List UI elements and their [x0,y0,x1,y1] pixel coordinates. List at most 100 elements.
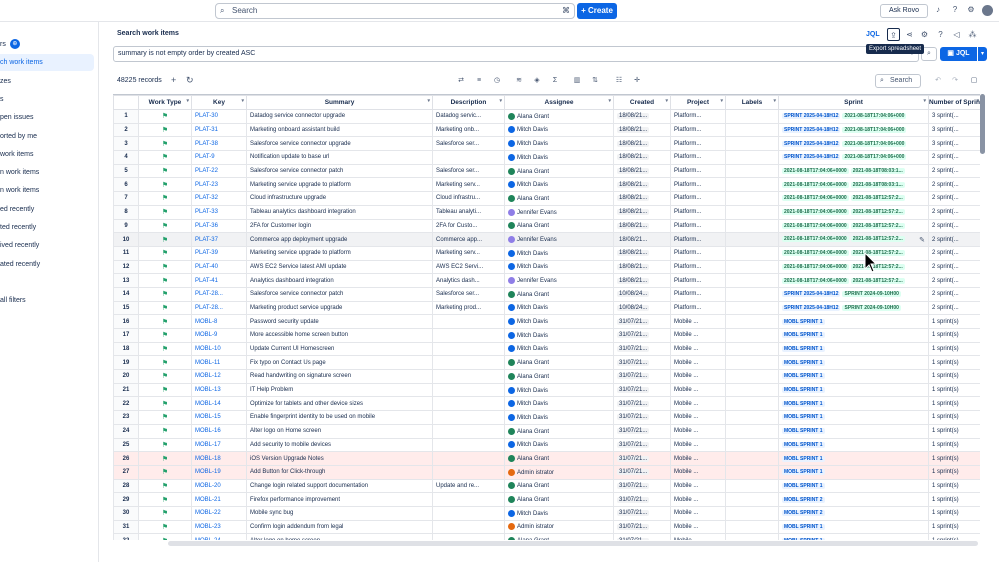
work-type-cell[interactable]: ⚑ [138,204,192,220]
work-type-cell[interactable]: ⚑ [138,273,192,288]
ask-rovo-button[interactable]: Ask Rovo [880,4,928,18]
work-type-cell[interactable]: ⚑ [138,286,192,302]
work-type-cell[interactable]: ⚑ [138,382,192,398]
issue-key-link[interactable]: PLAT-32 [191,191,247,206]
created-cell[interactable]: 31/07/21... [613,341,671,357]
issue-key-link[interactable]: PLAT-39 [191,245,247,261]
summary-cell[interactable]: Marketing onboard assistant build [246,122,433,138]
sprint-count-cell[interactable]: 1 sprint(s) [928,328,980,343]
work-type-cell[interactable]: ⚑ [138,136,192,152]
sprint-count-cell[interactable]: 2 sprint(... [928,286,980,302]
sprint-cell[interactable]: SPRINT 2025-04-18H12 SPRINT 2024-09-10H00 [778,286,929,302]
issue-key-link[interactable]: PLAT-40 [191,259,247,275]
description-cell[interactable]: Analytics dash... [432,273,505,288]
labels-cell[interactable] [725,505,779,521]
settings-icon[interactable]: ⚙ [918,28,931,41]
work-type-cell[interactable]: ⚑ [138,437,192,453]
summary-cell[interactable]: Confirm login addendum from legal [246,519,433,535]
labels-cell[interactable] [725,245,779,261]
labels-cell[interactable] [725,300,779,316]
sprint-count-cell[interactable]: 1 sprint(s) [928,355,980,371]
labels-cell[interactable] [725,136,779,152]
issue-key-link[interactable]: PLAT-36 [191,218,247,234]
help-icon[interactable]: ? [949,5,961,14]
sprint-cell[interactable]: SPRINT 2025-04-18H12 SPRINT 2024-09-10H00 [778,300,929,316]
description-cell[interactable] [432,492,505,507]
issue-key-link[interactable]: PLAT-9 [191,150,247,165]
description-cell[interactable]: Salesforce ser... [432,136,505,152]
issue-key-link[interactable]: MOBL-13 [191,382,247,398]
work-type-cell[interactable]: ⚑ [138,259,192,275]
sprint-cell[interactable]: MOBL SPRINT 1 [778,355,929,371]
work-type-cell[interactable]: ⚑ [138,232,192,247]
bell-icon[interactable]: ♪ [932,5,944,14]
project-cell[interactable]: Platform... [670,259,726,275]
issue-key-link[interactable]: MOBL-22 [191,505,247,521]
project-cell[interactable]: Mobile ... [670,410,726,425]
summary-cell[interactable]: Fix typo on Contact Us page [246,355,433,371]
description-cell[interactable] [432,464,505,480]
labels-cell[interactable] [725,382,779,398]
assignee-cell[interactable]: Mitch Davis [504,300,614,316]
created-cell[interactable]: 31/07/21... [613,314,671,329]
sprint-cell[interactable]: MOBL SPRINT 1 [778,314,929,329]
created-cell[interactable]: 18/08/21... [613,218,671,234]
created-cell[interactable]: 18/08/21... [613,109,671,124]
project-cell[interactable]: Mobile ... [670,314,726,329]
table-row[interactable]: 13 ⚑ PLAT-41 Analytics dashboard integratio… [113,273,980,288]
created-cell[interactable]: 31/07/21... [613,437,671,453]
labels-cell[interactable] [725,122,779,138]
issue-key-link[interactable]: PLAT-22 [191,163,247,179]
summary-cell[interactable]: Add Button for Click-through [246,464,433,480]
labels-cell[interactable] [725,369,779,384]
sprint-cell[interactable]: SPRINT 2025-04-18H12 2021-08-18T17:04:06+… [778,122,929,138]
column-menu-icon[interactable]: ▾ [773,98,776,104]
sprint-cell[interactable]: MOBL SPRINT 1 [778,328,929,343]
labels-cell[interactable] [725,478,779,494]
assignee-cell[interactable]: Alana Grant [504,423,614,439]
work-type-cell[interactable]: ⚑ [138,519,192,535]
create-button[interactable]: + Create [577,3,617,19]
table-row[interactable]: 28 ⚑ MOBL-20 Change login related support d… [113,478,980,494]
highlight-icon[interactable]: ◈ [531,75,543,87]
column-header[interactable]: Description ▾ [432,95,505,110]
summary-cell[interactable]: IT Help Problem [246,382,433,398]
labels-cell[interactable] [725,437,779,453]
created-cell[interactable]: 31/07/21... [613,519,671,535]
table-row[interactable]: 16 ⚑ MOBL-8 Password security update Mitch D… [113,314,980,329]
work-type-cell[interactable]: ⚑ [138,533,192,540]
description-cell[interactable]: Update and re... [432,478,505,494]
sidebar-item[interactable]: ed recently [0,201,94,218]
summary-cell[interactable]: Change login related support documentati… [246,478,433,494]
description-cell[interactable] [432,396,505,412]
description-cell[interactable] [432,451,505,466]
sprint-count-cell[interactable]: 2 sprint(... [928,232,980,247]
description-cell[interactable] [432,150,505,165]
table-row[interactable]: 23 ⚑ MOBL-15 Enable fingerprint identity to… [113,410,980,425]
column-header[interactable]: Created ▾ [613,95,671,110]
created-cell[interactable]: 18/08/21... [613,136,671,152]
assignee-cell[interactable]: Alana Grant [504,451,614,466]
assignee-cell[interactable]: Mitch Davis [504,328,614,343]
work-type-cell[interactable]: ⚑ [138,478,192,494]
table-row[interactable]: 3 ⚑ PLAT-38 Salesforce service connector up… [113,136,980,152]
sprint-count-cell[interactable]: 2 sprint(... [928,191,980,206]
project-cell[interactable]: Platform... [670,286,726,302]
created-cell[interactable]: 18/08/21... [613,177,671,193]
summary-cell[interactable]: Marketing service upgrade to platform [246,177,433,193]
sprint-count-cell[interactable]: 1 sprint(s) [928,382,980,398]
work-type-cell[interactable]: ⚑ [138,122,192,138]
labels-cell[interactable] [725,273,779,288]
description-cell[interactable]: Marketing prod... [432,300,505,316]
work-type-cell[interactable]: ⚑ [138,150,192,165]
assignee-cell[interactable]: Alana Grant [504,492,614,507]
issue-key-link[interactable]: MOBL-9 [191,328,247,343]
summary-cell[interactable]: Marketing product service upgrade [246,300,433,316]
column-menu-icon[interactable]: ▾ [608,98,611,104]
table-row[interactable]: 30 ⚑ MOBL-22 Mobile sync bug Mitch Davis 31/0… [113,505,980,521]
labels-cell[interactable] [725,259,779,275]
sprint-count-cell[interactable]: 2 sprint(... [928,150,980,165]
global-search-input[interactable]: ⌕ Search ⌘ [215,3,575,19]
labels-cell[interactable] [725,519,779,535]
table-row[interactable]: 9 ⚑ PLAT-36 2FA for Customer login 2FA for C… [113,218,980,234]
